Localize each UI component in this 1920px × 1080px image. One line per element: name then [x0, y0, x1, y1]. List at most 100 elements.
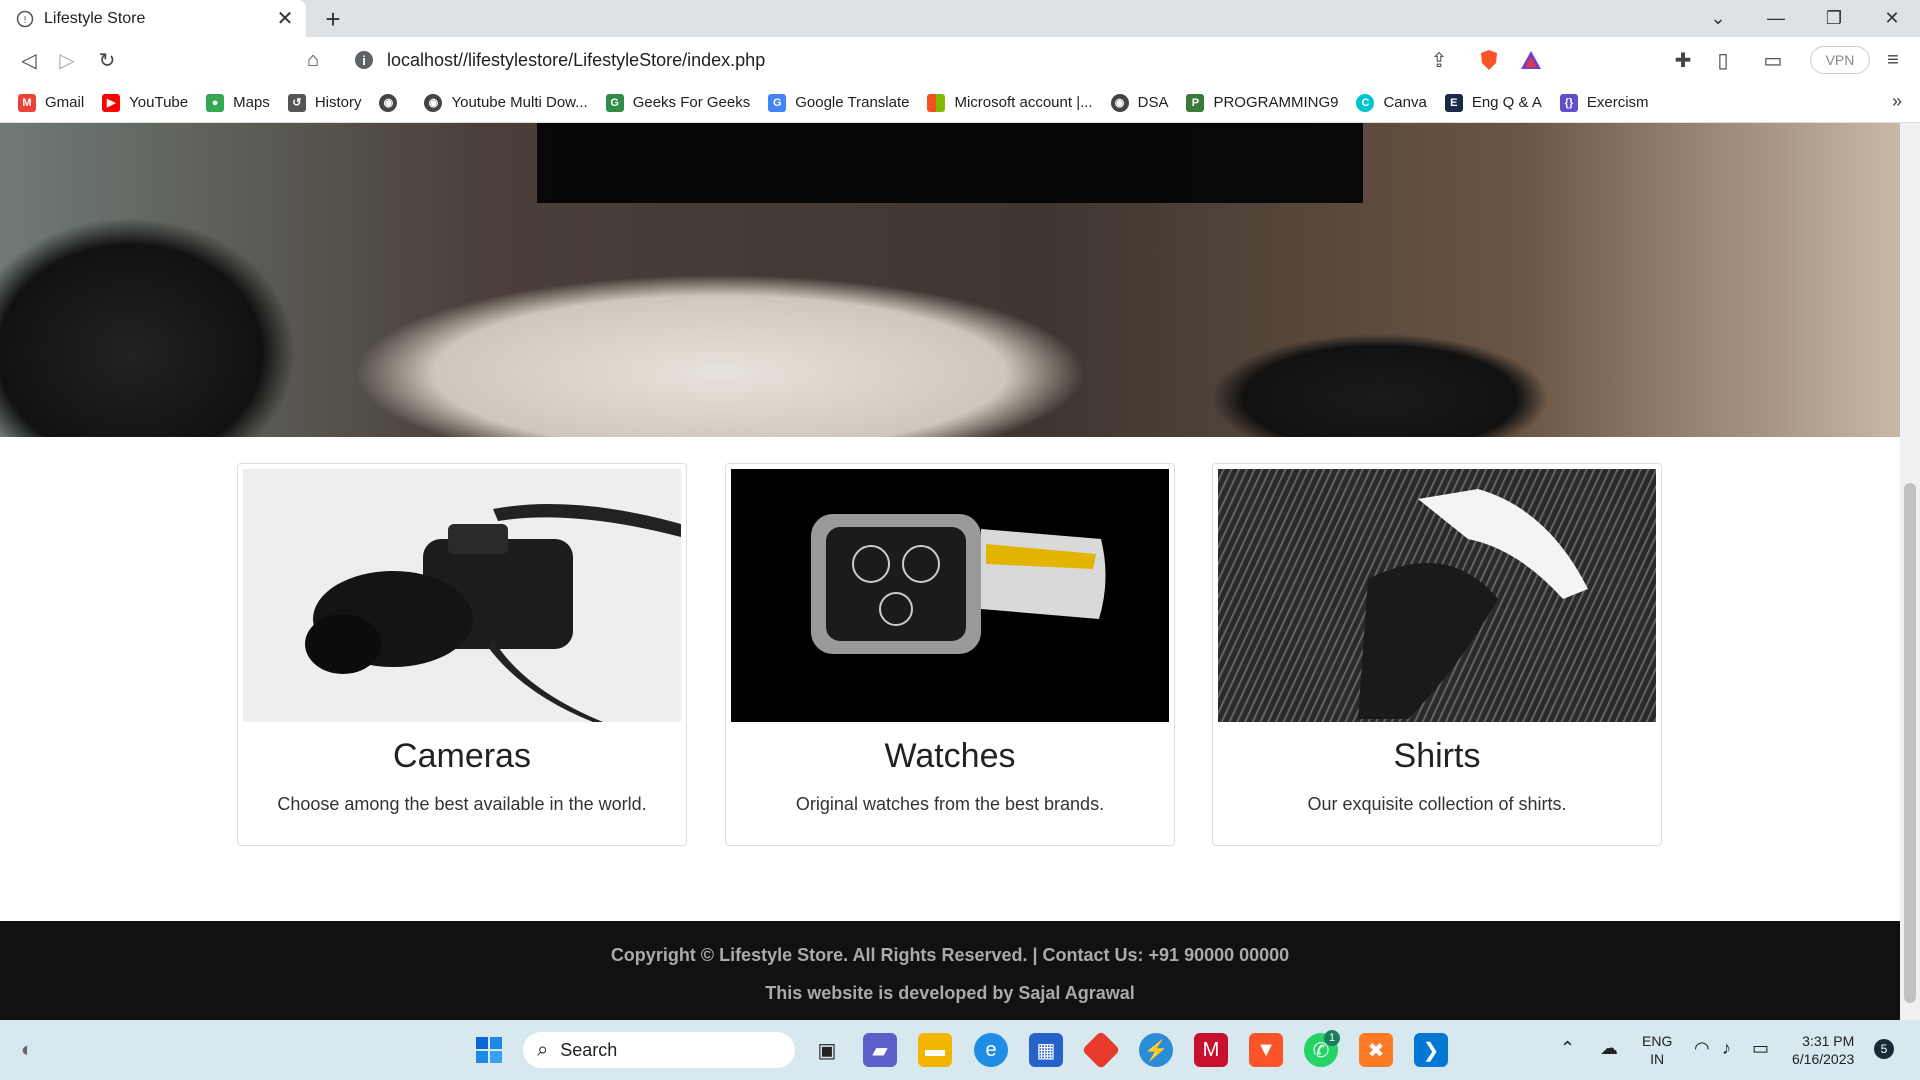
bookmark-dsa[interactable]: ◉ DSA	[1110, 93, 1169, 112]
vscode-icon[interactable]: ❯	[1414, 1033, 1448, 1067]
site-info-icon[interactable]: i	[355, 51, 373, 69]
minimize-button[interactable]: —	[1748, 0, 1804, 37]
bookmark-youtube-multi[interactable]: ◉ Youtube Multi Dow...	[424, 93, 588, 112]
bookmark-label: Microsoft account |...	[954, 94, 1093, 111]
card-description: Choose among the best available in the w…	[277, 794, 647, 814]
hero-overlay-box	[537, 123, 1363, 203]
tab-lifestyle-store[interactable]: ! Lifestyle Store ✕	[0, 0, 306, 37]
more-bookmarks-icon[interactable]: »	[1892, 91, 1902, 112]
shirt-image[interactable]	[1218, 469, 1656, 722]
git-icon[interactable]	[1081, 1030, 1121, 1070]
widgets-icon[interactable]: ◐	[10, 1033, 44, 1067]
youtube-icon: ▶	[102, 93, 121, 112]
share-icon[interactable]: ⇪	[1424, 45, 1454, 75]
gfg-icon: G	[605, 93, 624, 112]
file-explorer-icon[interactable]: ▬	[918, 1033, 952, 1067]
bookmark-maps[interactable]: ● Maps	[206, 93, 270, 112]
card-title: Shirts	[1393, 737, 1481, 775]
close-window-button[interactable]: ✕	[1864, 0, 1920, 37]
battery-icon[interactable]: ▭	[1752, 1038, 1769, 1059]
bookmark-eng-qa[interactable]: E Eng Q & A	[1444, 93, 1542, 112]
taskbar-search[interactable]: ⌕ Search	[523, 1032, 795, 1068]
pycharm-icon[interactable]: ⚡	[1139, 1033, 1173, 1067]
search-icon: ⌕	[537, 1038, 549, 1061]
extensions-icon[interactable]: ✚	[1668, 45, 1698, 75]
notification-badge[interactable]: 5	[1874, 1039, 1894, 1059]
restore-button[interactable]: ❐	[1806, 0, 1862, 37]
product-card-watches[interactable]: Watches Original watches from the best b…	[725, 463, 1175, 846]
bookmark-exercism[interactable]: {} Exercism	[1559, 93, 1649, 112]
start-button[interactable]	[472, 1033, 506, 1067]
bookmark-microsoft[interactable]: Microsoft account |...	[927, 93, 1093, 112]
bookmark-programming9[interactable]: P PROGRAMMING9	[1186, 93, 1339, 112]
camera-image[interactable]	[243, 469, 681, 722]
bookmark-gfg[interactable]: G Geeks For Geeks	[605, 93, 751, 112]
wallet-icon[interactable]: ▭	[1758, 45, 1788, 75]
programming-icon: P	[1186, 93, 1205, 112]
bookmark-globe[interactable]: ◉	[379, 93, 406, 112]
tab-search-icon[interactable]: ⌄	[1690, 0, 1746, 37]
bookmark-icon[interactable]: ⌂	[298, 45, 328, 75]
globe-icon: ◉	[379, 93, 398, 112]
page-scrollbar[interactable]	[1900, 123, 1920, 1020]
url-text[interactable]: localhost//lifestylestore/LifestyleStore…	[387, 50, 765, 71]
bookmark-label: Gmail	[45, 94, 85, 111]
site-footer: Copyright © Lifestyle Store. All Rights …	[0, 921, 1900, 1020]
bookmark-google-translate[interactable]: G Google Translate	[768, 93, 909, 112]
clock[interactable]: 3:31 PM 6/16/2023	[1792, 1032, 1854, 1068]
date: 6/16/2023	[1792, 1051, 1855, 1067]
forward-icon[interactable]: ▷	[52, 45, 82, 75]
back-icon[interactable]: ◁	[14, 45, 44, 75]
card-title: Watches	[884, 737, 1016, 775]
sidebar-icon[interactable]: ▯	[1708, 45, 1738, 75]
bookmark-label: PROGRAMMING9	[1213, 94, 1339, 111]
wifi-icon[interactable]: ◠	[1694, 1038, 1710, 1059]
region-code: IN	[1650, 1051, 1665, 1067]
store-icon[interactable]: ▦	[1029, 1033, 1063, 1067]
engqa-icon: E	[1444, 93, 1463, 112]
scrollbar-thumb[interactable]	[1904, 483, 1916, 1003]
brave-taskbar-icon[interactable]: ▼	[1249, 1033, 1283, 1067]
globe-icon: ◉	[424, 93, 443, 112]
product-card-cameras[interactable]: Cameras Choose among the best available …	[237, 463, 687, 846]
menu-icon[interactable]: ≡	[1878, 45, 1908, 75]
bookmark-label: Canva	[1383, 94, 1427, 111]
product-card-shirts[interactable]: Shirts Our exquisite collection of shirt…	[1212, 463, 1662, 846]
bookmark-label: YouTube	[129, 94, 189, 111]
reload-icon[interactable]: ↻	[92, 45, 122, 75]
bookmark-label: Geeks For Geeks	[632, 94, 751, 111]
bookmark-gmail[interactable]: M Gmail	[18, 93, 85, 112]
volume-icon[interactable]: ♪	[1722, 1038, 1731, 1059]
xampp-icon[interactable]: ✖	[1359, 1033, 1393, 1067]
history-icon: ↺	[287, 93, 306, 112]
card-title: Cameras	[393, 737, 531, 775]
brave-shields-icon[interactable]	[1474, 45, 1504, 75]
task-view-icon[interactable]: ▣	[810, 1033, 844, 1067]
onedrive-icon[interactable]: ☁	[1600, 1038, 1618, 1059]
show-hidden-icons[interactable]: ⌃	[1560, 1038, 1575, 1059]
bookmark-label: Exercism	[1586, 94, 1649, 111]
bookmark-label: Youtube Multi Dow...	[451, 94, 588, 111]
vpn-label: VPN	[1825, 52, 1855, 68]
microsoft-icon	[927, 93, 946, 112]
search-label: Search	[560, 1039, 618, 1060]
teams-chat-icon[interactable]: ▰	[863, 1033, 897, 1067]
mcafee-icon[interactable]: M	[1194, 1033, 1228, 1067]
bookmark-youtube[interactable]: ▶ YouTube	[102, 93, 189, 112]
language-indicator[interactable]: ENG IN	[1642, 1032, 1672, 1068]
vpn-button[interactable]: VPN	[1810, 46, 1870, 74]
time: 3:31 PM	[1802, 1033, 1855, 1049]
tab-close-icon[interactable]: ✕	[274, 6, 296, 31]
new-tab-button[interactable]: +	[318, 4, 348, 35]
watch-image[interactable]	[731, 469, 1169, 722]
exercism-icon: {}	[1559, 93, 1578, 112]
bookmark-label: DSA	[1137, 94, 1169, 111]
brave-rewards-icon[interactable]	[1516, 45, 1546, 75]
bookmark-history[interactable]: ↺ History	[287, 93, 361, 112]
edge-icon[interactable]: e	[974, 1033, 1008, 1067]
gmail-icon: M	[18, 93, 36, 112]
footer-developer-credit: This website is developed by Sajal Agraw…	[765, 983, 1135, 1003]
bookmark-canva[interactable]: C Canva	[1356, 93, 1427, 112]
address-bar[interactable]: i localhost//lifestylestore/LifestyleSto…	[343, 42, 1548, 78]
bookmark-label: Eng Q & A	[1471, 94, 1542, 111]
